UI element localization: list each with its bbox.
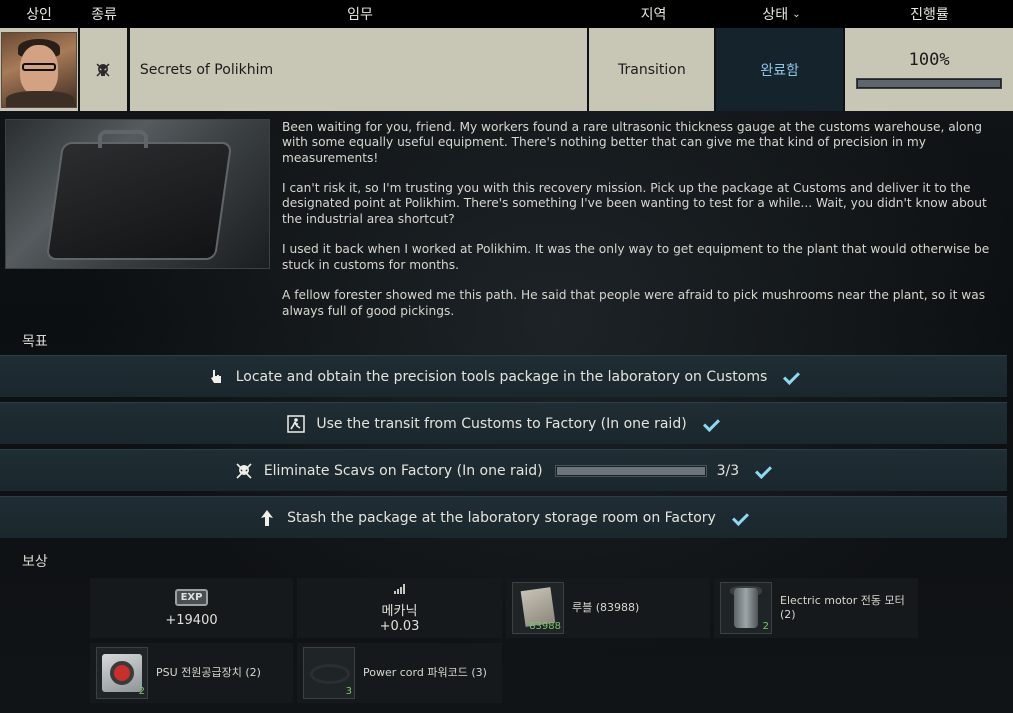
item-label: PSU 전원공급장치 (2) — [156, 666, 261, 679]
quest-name: Secrets of Polikhim — [129, 28, 588, 111]
chevron-down-icon: ⌄ — [792, 8, 801, 20]
objective-text: Eliminate Scavs on Factory (In one raid) — [263, 462, 543, 479]
trader-portrait-avatar — [0, 31, 77, 108]
description-paragraph: A fellow forester showed me this path. H… — [282, 288, 986, 318]
briefcase-handle — [98, 130, 148, 148]
header-progress[interactable]: 진행률 — [846, 0, 1013, 28]
skill-level-icon — [393, 583, 407, 598]
objective-count: 3/3 — [716, 462, 740, 479]
checkmark-icon — [703, 417, 721, 431]
quest-row[interactable]: Secrets of Polikhim Transition 완료함 100% — [0, 28, 1013, 111]
reward-item[interactable]: 2 Electric motor 전동 모터 (2) — [714, 578, 918, 638]
objective-row: Use the transit from Customs to Factory … — [0, 402, 1007, 444]
rubles-icon: 83988 — [512, 582, 564, 634]
reward-exp: EXP +19400 — [90, 578, 293, 638]
exp-icon: EXP — [174, 588, 209, 606]
objective-row: Locate and obtain the precision tools pa… — [0, 355, 1007, 397]
reward-item[interactable]: 2 PSU 전원공급장치 (2) — [90, 643, 293, 703]
description-paragraph: Been waiting for you, friend. My workers… — [282, 120, 982, 165]
item-label: Electric motor 전동 모터 (2) — [780, 594, 905, 622]
header-status-label: 상태 — [762, 7, 789, 23]
reward-item[interactable]: 3 Power cord 파워코드 (3) — [297, 643, 502, 703]
checkmark-icon — [755, 464, 773, 478]
item-count: 2 — [762, 621, 769, 632]
quest-type-cell — [79, 28, 127, 111]
trader-cell — [0, 28, 80, 111]
briefcase-image — [45, 142, 233, 260]
quest-progress-bar — [856, 78, 1003, 89]
skill-name: 메카닉 — [381, 603, 418, 619]
quest-progress-cell: 100% — [845, 28, 1013, 111]
skill-value: +0.03 — [379, 618, 420, 634]
quest-description: Been waiting for you, friend. My workers… — [282, 120, 998, 334]
header-task[interactable]: 임무 — [130, 0, 590, 28]
exit-icon — [286, 414, 306, 434]
item-quantity: (2) — [780, 608, 796, 621]
reward-item[interactable]: 83988 루블 (83988) — [506, 578, 710, 638]
objective-text: Use the transit from Customs to Factory … — [316, 415, 687, 432]
quest-image — [5, 119, 270, 269]
objective-text: Stash the package at the laboratory stor… — [287, 509, 716, 526]
arrow-up-icon — [257, 508, 277, 528]
skull-icon — [234, 461, 254, 481]
objective-progress-fill — [556, 466, 705, 475]
hand-pointer-icon — [206, 367, 226, 387]
header-type[interactable]: 종류 — [78, 0, 130, 28]
header-location[interactable]: 지역 — [590, 0, 717, 28]
reward-skill: 메카닉 +0.03 — [297, 578, 502, 638]
objective-progress-bar — [554, 464, 707, 477]
checkmark-icon — [732, 511, 750, 525]
rewards-heading: 보상 — [22, 554, 48, 570]
quest-progress-fill — [858, 80, 1001, 87]
electric-motor-icon: 2 — [720, 582, 772, 634]
exp-value: +19400 — [165, 612, 218, 628]
objective-row: Stash the package at the laboratory stor… — [0, 496, 1007, 538]
header-trader[interactable]: 상인 — [0, 0, 78, 28]
header-status[interactable]: 상태 ⌄ — [717, 0, 846, 28]
description-paragraph: I can't risk it, so I'm trusting you wit… — [282, 181, 987, 226]
checkmark-icon — [783, 370, 801, 384]
objectives-heading: 목표 — [22, 334, 48, 350]
item-count: 83988 — [529, 621, 561, 632]
quest-progress-text: 100% — [908, 50, 950, 70]
quest-status: 완료함 — [716, 28, 844, 111]
description-paragraph: I used it back when I worked at Polikhim… — [282, 242, 990, 272]
item-label: Power cord 파워코드 (3) — [363, 666, 487, 679]
power-cord-icon: 3 — [303, 647, 355, 699]
objective-row: Eliminate Scavs on Factory (In one raid)… — [0, 449, 1007, 491]
skull-icon — [96, 62, 110, 77]
objective-text: Locate and obtain the precision tools pa… — [235, 368, 768, 385]
quest-location: Transition — [589, 28, 715, 111]
item-count: 2 — [138, 686, 145, 697]
item-count: 3 — [345, 686, 352, 697]
item-name: Electric motor 전동 모터 — [780, 594, 905, 607]
quest-table-header: 상인 종류 임무 지역 상태 ⌄ 진행률 — [0, 0, 1013, 28]
item-label: 루블 (83988) — [572, 601, 640, 614]
psu-icon: 2 — [96, 647, 148, 699]
